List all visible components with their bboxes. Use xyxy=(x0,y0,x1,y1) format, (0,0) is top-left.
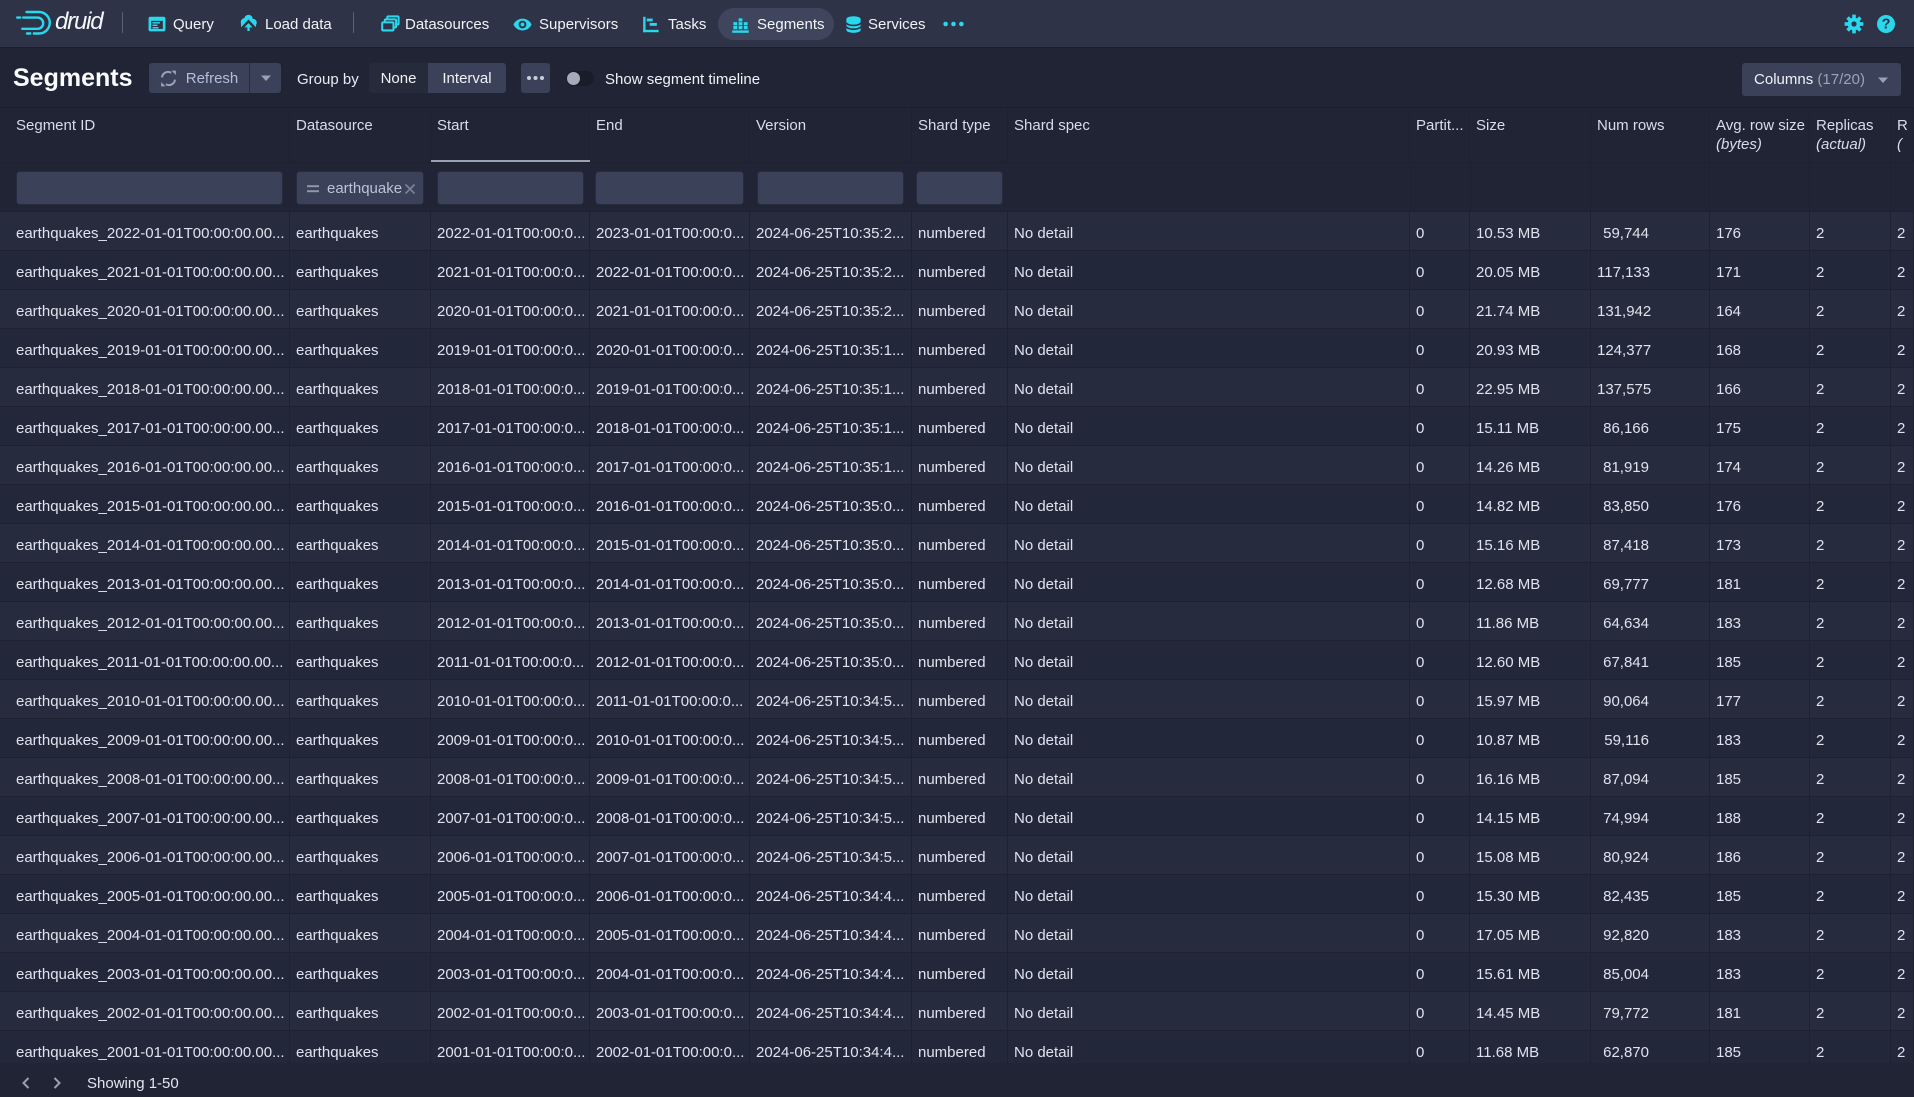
svg-text:?: ? xyxy=(1882,16,1891,32)
